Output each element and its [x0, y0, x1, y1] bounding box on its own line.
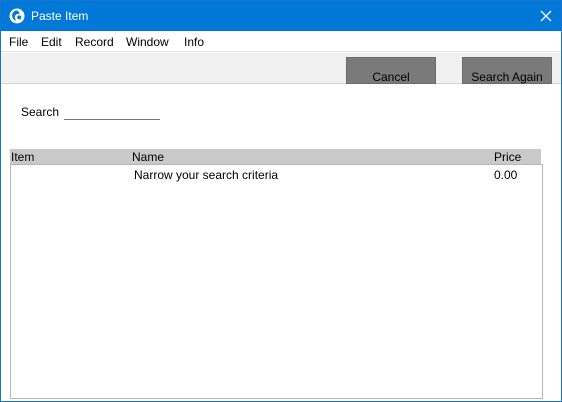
menu-file[interactable]: File	[9, 35, 28, 49]
close-button[interactable]	[531, 1, 561, 31]
table-header: Item Name Price	[10, 149, 541, 164]
search-label: Search	[21, 105, 60, 119]
menu-info[interactable]: Info	[184, 35, 204, 49]
row-name-cell: Narrow your search criteria	[134, 168, 279, 182]
close-icon	[540, 10, 552, 22]
paste-item-window: Paste Item File Edit Record Window Info …	[0, 0, 562, 402]
column-header-name[interactable]: Name	[132, 150, 164, 164]
row-price-cell: 0.00	[494, 168, 518, 182]
column-header-price[interactable]: Price	[494, 150, 521, 164]
menu-record[interactable]: Record	[75, 35, 114, 49]
results-list[interactable]: Narrow your search criteria 0.00	[10, 164, 543, 399]
search-again-button[interactable]: Search Again	[462, 57, 552, 84]
title-bar: Paste Item	[1, 1, 561, 31]
column-header-item[interactable]: Item	[11, 150, 34, 164]
app-logo-icon	[9, 8, 25, 24]
button-bar: Cancel Search Again	[1, 53, 561, 84]
menu-window[interactable]: Window	[126, 35, 169, 49]
menu-edit[interactable]: Edit	[41, 35, 62, 49]
menu-bar: File Edit Record Window Info	[1, 31, 561, 52]
cancel-button[interactable]: Cancel	[346, 57, 436, 84]
search-input[interactable]	[64, 105, 160, 120]
window-title: Paste Item	[31, 9, 89, 23]
table-row[interactable]: Narrow your search criteria 0.00	[11, 167, 542, 183]
